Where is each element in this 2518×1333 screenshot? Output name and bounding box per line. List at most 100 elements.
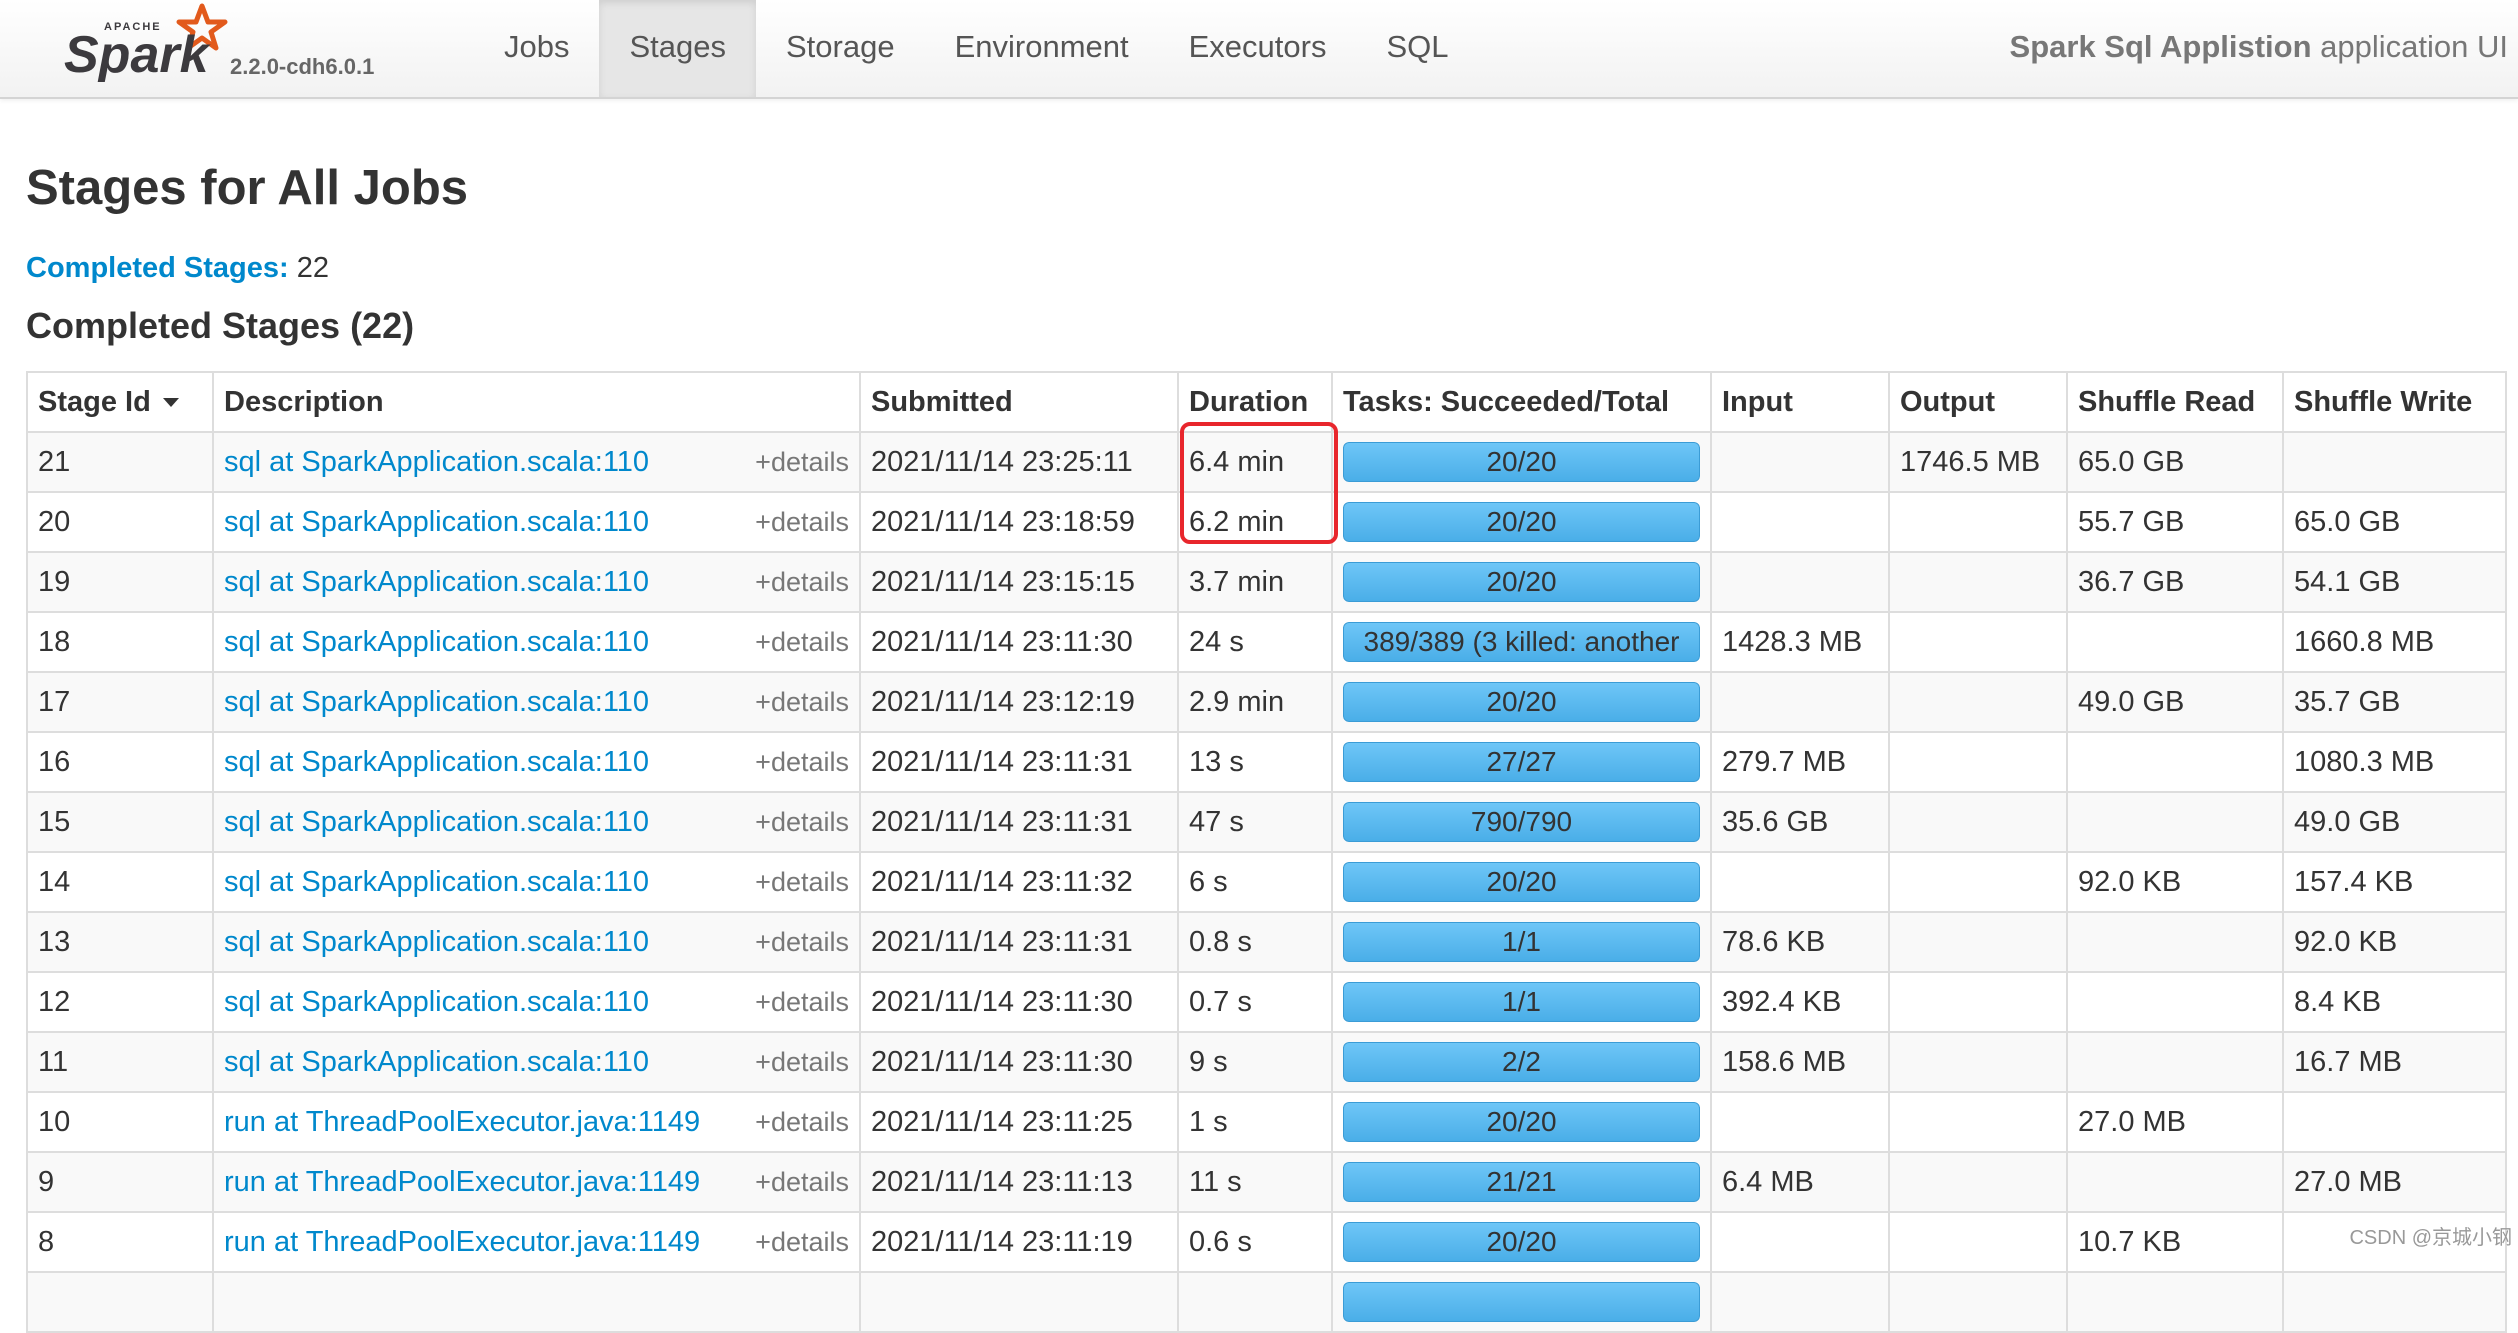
task-progress-bar: 1/1 — [1343, 982, 1700, 1022]
column-header-input[interactable]: Input — [1710, 371, 1890, 433]
progress-fill — [1343, 1282, 1700, 1322]
details-toggle[interactable]: +details — [755, 1227, 849, 1258]
tab-storage[interactable]: Storage — [756, 0, 925, 97]
output-cell — [1888, 491, 2068, 553]
submitted-cell: 2021/11/14 23:12:19 — [859, 671, 1179, 733]
spark-version: 2.2.0-cdh6.0.1 — [230, 54, 375, 79]
shuffle-read-cell: 36.7 GB — [2066, 551, 2284, 613]
submitted-cell: 2021/11/14 23:11:30 — [859, 1031, 1179, 1093]
stage-id-cell: 8 — [26, 1211, 214, 1273]
shuffle-write-cell — [2282, 1271, 2507, 1333]
details-toggle[interactable]: +details — [755, 627, 849, 658]
details-toggle[interactable]: +details — [755, 807, 849, 838]
duration-cell: 2.9 min — [1177, 671, 1333, 733]
shuffle-write-cell: 16.7 MB — [2282, 1031, 2507, 1093]
stage-description-link[interactable]: sql at SparkApplication.scala:110 — [224, 446, 649, 478]
watermark: CSDN @京城小钢 — [2349, 1227, 2512, 1249]
stage-description-link[interactable]: sql at SparkApplication.scala:110 — [224, 986, 649, 1018]
details-toggle[interactable]: +details — [755, 1167, 849, 1198]
column-header-output[interactable]: Output — [1888, 371, 2068, 433]
completed-stages-link[interactable]: Completed Stages: — [26, 252, 289, 284]
tasks-label: 20/20 — [1486, 446, 1557, 477]
details-toggle[interactable]: +details — [755, 507, 849, 538]
duration-cell: 24 s — [1177, 611, 1333, 673]
description-cell: run at ThreadPoolExecutor.java:1149 +deta… — [212, 1091, 861, 1153]
duration-cell: 6.4 min — [1177, 431, 1333, 493]
stages-table-body: 21 sql at SparkApplication.scala:110 +deta… — [26, 431, 2507, 1333]
details-toggle[interactable]: +details — [755, 867, 849, 898]
stage-description-link[interactable]: run at ThreadPoolExecutor.java:1149 — [224, 1226, 700, 1258]
table-row: 9 run at ThreadPoolExecutor.java:1149 +det… — [26, 1151, 2507, 1213]
column-header-tasks[interactable]: Tasks: Succeeded/Total — [1331, 371, 1712, 433]
details-toggle[interactable]: +details — [755, 747, 849, 778]
stage-id-cell: 16 — [26, 731, 214, 793]
input-cell — [1710, 851, 1890, 913]
column-header-duration[interactable]: Duration — [1177, 371, 1333, 433]
tab-sql[interactable]: SQL — [1356, 0, 1478, 97]
task-progress-bar: 20/20 — [1343, 1222, 1700, 1262]
stage-description-link[interactable]: sql at SparkApplication.scala:110 — [224, 926, 649, 958]
submitted-cell: 2021/11/14 23:11:25 — [859, 1091, 1179, 1153]
description-cell: run at ThreadPoolExecutor.java:1149 +deta… — [212, 1151, 861, 1213]
output-cell — [1888, 851, 2068, 913]
output-cell — [1888, 971, 2068, 1033]
spark-logo[interactable]: APACHE Spark 2.2.0-cdh6.0.1 — [62, 2, 402, 92]
duration-cell: 13 s — [1177, 731, 1333, 793]
details-toggle[interactable]: +details — [755, 447, 849, 478]
tasks-label: 20/20 — [1486, 566, 1557, 597]
stage-description-link[interactable]: sql at SparkApplication.scala:110 — [224, 866, 649, 898]
details-toggle[interactable]: +details — [755, 1107, 849, 1138]
input-cell — [1710, 1271, 1890, 1333]
table-header-row: Stage Id Description Submitted Duration … — [26, 371, 2507, 433]
tasks-cell: 20/20 — [1331, 491, 1712, 553]
description-cell: sql at SparkApplication.scala:110 +detail… — [212, 911, 861, 973]
tab-jobs[interactable]: Jobs — [474, 0, 599, 97]
tasks-label: 27/27 — [1486, 746, 1557, 777]
tasks-label: 20/20 — [1486, 506, 1557, 537]
output-cell — [1888, 671, 2068, 733]
tab-stages[interactable]: Stages — [599, 0, 756, 97]
stage-description-link[interactable]: sql at SparkApplication.scala:110 — [224, 566, 649, 598]
details-toggle[interactable]: +details — [755, 987, 849, 1018]
table-row: 10 run at ThreadPoolExecutor.java:1149 +de… — [26, 1091, 2507, 1153]
column-header-submitted[interactable]: Submitted — [859, 371, 1179, 433]
column-header-description[interactable]: Description — [212, 371, 861, 433]
stage-description-link[interactable]: run at ThreadPoolExecutor.java:1149 — [224, 1106, 700, 1138]
stage-description-link[interactable]: sql at SparkApplication.scala:110 — [224, 746, 649, 778]
completed-stages-summary: Completed Stages: 22 — [26, 252, 329, 285]
column-header-shuffle-read[interactable]: Shuffle Read — [2066, 371, 2284, 433]
tasks-label: 20/20 — [1486, 686, 1557, 717]
details-toggle[interactable]: +details — [755, 927, 849, 958]
output-cell — [1888, 911, 2068, 973]
tab-executors[interactable]: Executors — [1159, 0, 1357, 97]
description-cell: sql at SparkApplication.scala:110 +detail… — [212, 731, 861, 793]
stage-description-link[interactable]: sql at SparkApplication.scala:110 — [224, 626, 649, 658]
output-cell — [1888, 1091, 2068, 1153]
tasks-cell: 790/790 — [1331, 791, 1712, 853]
details-toggle[interactable]: +details — [755, 687, 849, 718]
stage-description-link[interactable]: sql at SparkApplication.scala:110 — [224, 1046, 649, 1078]
shuffle-write-cell: 54.1 GB — [2282, 551, 2507, 613]
column-header-shuffle-write[interactable]: Shuffle Write — [2282, 371, 2507, 433]
stage-description-link[interactable]: sql at SparkApplication.scala:110 — [224, 506, 649, 538]
table-row: 20 sql at SparkApplication.scala:110 +deta… — [26, 491, 2507, 553]
stages-table: Stage Id Description Submitted Duration … — [26, 371, 2507, 1333]
column-header-stage-id[interactable]: Stage Id — [26, 371, 214, 433]
input-cell — [1710, 491, 1890, 553]
details-toggle[interactable]: +details — [755, 1047, 849, 1078]
description-cell: sql at SparkApplication.scala:110 +detail… — [212, 791, 861, 853]
stage-description-link[interactable]: run at ThreadPoolExecutor.java:1149 — [224, 1166, 700, 1198]
shuffle-write-cell: 1080.3 MB — [2282, 731, 2507, 793]
tasks-label: 1/1 — [1502, 926, 1541, 957]
shuffle-read-cell — [2066, 1031, 2284, 1093]
duration-cell: 0.8 s — [1177, 911, 1333, 973]
tasks-cell: 20/20 — [1331, 431, 1712, 493]
stage-description-link[interactable]: sql at SparkApplication.scala:110 — [224, 686, 649, 718]
tab-environment[interactable]: Environment — [925, 0, 1159, 97]
app-title-suffix: application UI — [2320, 29, 2508, 64]
stage-description-link[interactable]: sql at SparkApplication.scala:110 — [224, 806, 649, 838]
task-progress-bar: 27/27 — [1343, 742, 1700, 782]
details-toggle[interactable]: +details — [755, 567, 849, 598]
tasks-label: 1/1 — [1502, 986, 1541, 1017]
input-cell: 1428.3 MB — [1710, 611, 1890, 673]
